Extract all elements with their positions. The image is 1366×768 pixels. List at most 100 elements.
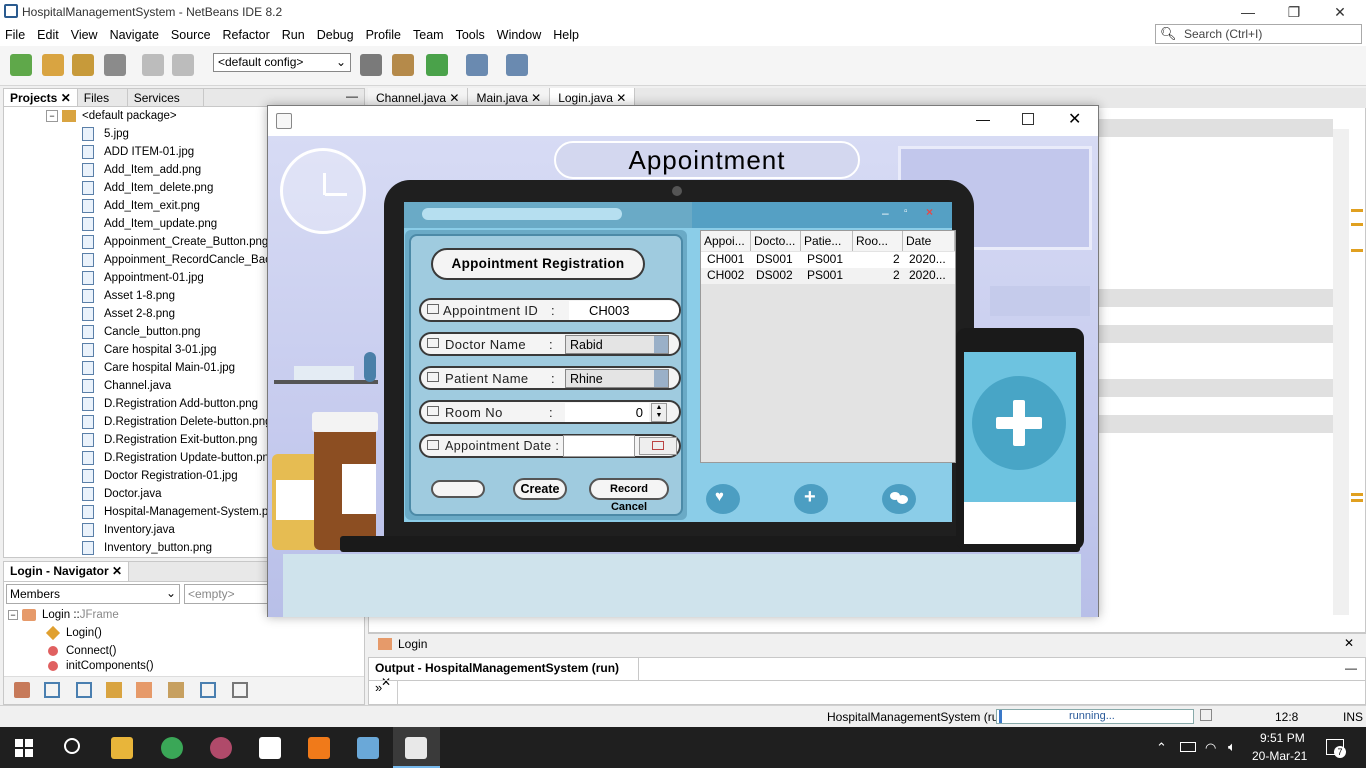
appointment-id-field[interactable]: CH003 [569, 301, 679, 320]
spinner-arrows-icon[interactable]: ▲ ▼ [651, 403, 667, 422]
calendar-icon[interactable] [639, 437, 677, 455]
show-fields-icon[interactable] [44, 682, 60, 698]
build-hammer-icon[interactable] [360, 54, 382, 76]
filter-icon[interactable] [14, 682, 30, 698]
cancel-task-icon[interactable] [1200, 709, 1212, 721]
menu-source[interactable]: Source [171, 28, 211, 42]
record-cancel-button[interactable]: Record Cancel [589, 478, 669, 513]
menu-edit[interactable]: Edit [37, 28, 59, 42]
collapse-icon[interactable]: − [46, 110, 58, 122]
lock-icon[interactable] [106, 682, 122, 698]
output-rerun-icon[interactable]: » [375, 680, 382, 695]
filter-input[interactable]: <empty> [184, 584, 268, 604]
menu-window[interactable]: Window [497, 28, 541, 42]
table-header[interactable]: Appoi... [701, 231, 751, 251]
table-row[interactable]: CH002 DS002 PS001 2 2020... [701, 268, 955, 284]
minimize-icon[interactable]: — [976, 111, 990, 127]
new-project-icon[interactable] [42, 54, 64, 76]
tab-output[interactable]: Output - HospitalManagementSystem (run) … [369, 658, 639, 689]
menu-team[interactable]: Team [413, 28, 444, 42]
paint-icon[interactable] [210, 737, 232, 759]
restore-icon[interactable]: ❐ [1274, 2, 1314, 22]
search-input[interactable]: 🔍︎ Search (Ctrl+I) [1155, 24, 1362, 44]
appointment-date-field[interactable] [563, 435, 635, 457]
close-icon[interactable]: ✕ [1320, 2, 1360, 22]
error-marker[interactable] [1351, 209, 1363, 212]
menu-profile[interactable]: Profile [366, 28, 401, 42]
save-all-icon[interactable] [104, 54, 126, 76]
table-header[interactable]: Docto... [751, 231, 801, 251]
inherited-icon[interactable] [136, 682, 152, 698]
virtualbox-icon[interactable] [357, 737, 379, 759]
error-marker[interactable] [1351, 499, 1363, 502]
error-marker[interactable] [1351, 249, 1363, 252]
menu-tools[interactable]: Tools [456, 28, 485, 42]
menu-navigate[interactable]: Navigate [110, 28, 159, 42]
error-marker[interactable] [1351, 493, 1363, 496]
minimize-panel-icon[interactable]: — [204, 89, 364, 106]
sort-name-icon[interactable] [200, 682, 216, 698]
menu-run[interactable]: Run [282, 28, 305, 42]
run-icon[interactable] [426, 54, 448, 76]
nav-item[interactable]: initComponents() [8, 660, 154, 672]
error-marker[interactable] [1351, 223, 1363, 226]
doctor-name-select[interactable]: Rabid [565, 335, 669, 354]
close-icon[interactable]: ✕ [381, 675, 391, 689]
minimize-icon[interactable]: — [1228, 2, 1268, 22]
progress-bar[interactable]: running... [996, 709, 1194, 724]
menu-debug[interactable]: Debug [317, 28, 354, 42]
debug-icon[interactable] [466, 54, 488, 76]
create-button[interactable]: Create [513, 478, 567, 500]
members-select[interactable]: Members ⌄ [6, 584, 180, 604]
open-project-icon[interactable] [72, 54, 94, 76]
nav-root[interactable]: − Login :: JFrame [8, 606, 154, 624]
battery-icon[interactable] [1180, 742, 1196, 752]
redo-icon[interactable] [172, 54, 194, 76]
volume-icon[interactable]: 🔈︎ [1228, 739, 1236, 755]
new-file-icon[interactable] [10, 54, 32, 76]
sort-source-icon[interactable] [232, 682, 248, 698]
java-taskbar-button[interactable] [393, 727, 440, 768]
show-static-icon[interactable] [76, 682, 92, 698]
file-explorer-icon[interactable] [111, 737, 133, 759]
config-select[interactable]: <default config> ⌄ [213, 53, 351, 72]
profile-icon[interactable] [506, 54, 528, 76]
menu-view[interactable]: View [71, 28, 98, 42]
close-icon[interactable]: ✕ [1344, 636, 1354, 650]
clock-time[interactable]: 9:51 PM [1260, 731, 1305, 745]
fqn-icon[interactable] [168, 682, 184, 698]
nav-item[interactable]: Connect() [8, 642, 154, 660]
collapse-icon[interactable]: − [8, 610, 18, 620]
clock-date[interactable]: 20-Mar-21 [1252, 749, 1307, 763]
menu-file[interactable]: File [5, 28, 25, 42]
tab-files[interactable]: Files [78, 89, 128, 106]
tab-projects[interactable]: Projects ✕ [4, 89, 78, 106]
back-button[interactable] [431, 480, 485, 498]
undo-icon[interactable] [142, 54, 164, 76]
editor-scrollbar[interactable] [1333, 129, 1349, 615]
menu-refactor[interactable]: Refactor [223, 28, 270, 42]
notion-icon[interactable] [259, 737, 281, 759]
windows-start-icon[interactable] [15, 739, 33, 757]
menu-help[interactable]: Help [553, 28, 579, 42]
table-header[interactable]: Date [903, 231, 955, 251]
maximize-icon[interactable] [1022, 113, 1034, 125]
wifi-icon[interactable]: ◠ [1205, 740, 1216, 756]
clean-build-icon[interactable] [392, 54, 414, 76]
tab-navigator[interactable]: Login - Navigator ✕ [4, 562, 130, 581]
patient-name-select[interactable]: Rhine [565, 369, 669, 388]
table-header[interactable]: Roo... [853, 231, 903, 251]
tab-services[interactable]: Services [128, 89, 204, 106]
xampp-icon[interactable] [308, 737, 330, 759]
chevron-up-icon[interactable]: ⌃ [1156, 740, 1167, 756]
close-icon[interactable]: ✕ [1068, 109, 1081, 129]
table-row[interactable]: CH001 DS001 PS001 2 2020... [701, 252, 955, 268]
nav-item[interactable]: Login() [8, 624, 154, 642]
search-icon[interactable] [64, 738, 80, 754]
minimize-icon[interactable]: — [1345, 661, 1357, 675]
appointments-table[interactable]: Appoi... Docto... Patie... Roo... Date C… [700, 230, 956, 463]
room-no-spinner[interactable]: 0 [565, 403, 649, 422]
table-header[interactable]: Patie... [801, 231, 853, 251]
chrome-icon[interactable] [161, 737, 183, 759]
breadcrumb-item[interactable]: Login [398, 637, 427, 651]
